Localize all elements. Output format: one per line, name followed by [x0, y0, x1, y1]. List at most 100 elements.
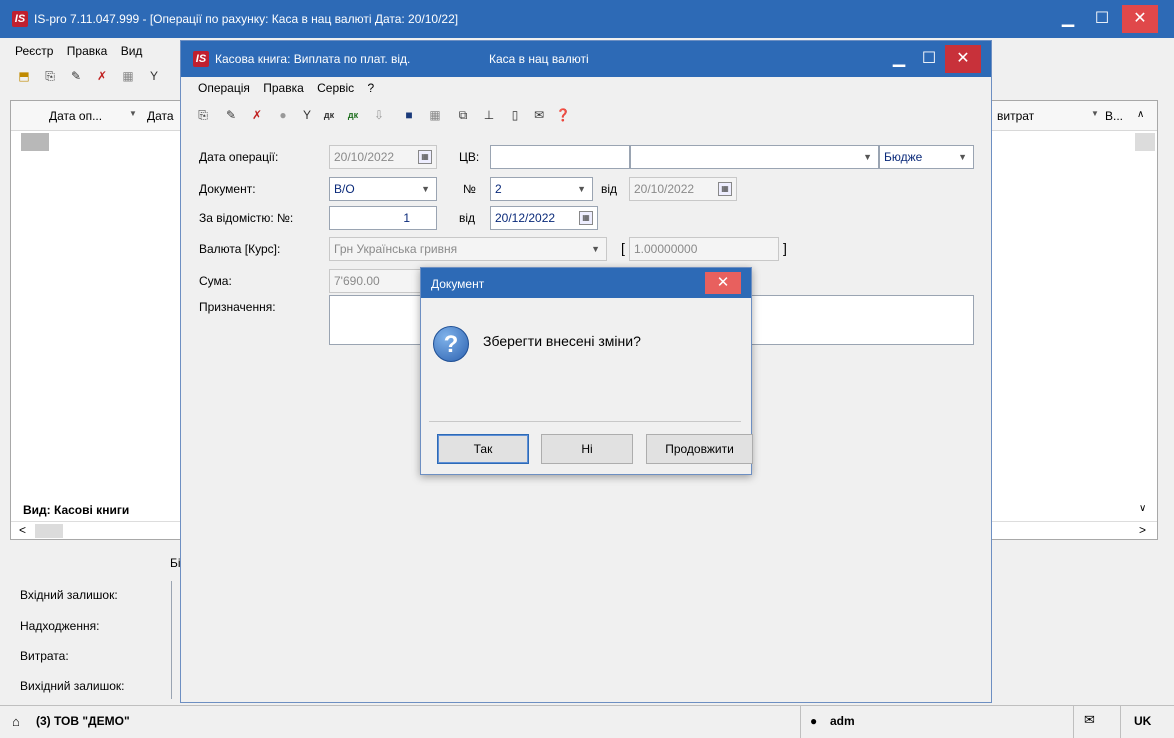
date-field[interactable]: 20/10/2022 ▦ — [329, 145, 437, 169]
mail-icon-2[interactable]: ✉ — [529, 105, 549, 125]
calendar-icon-2[interactable]: ▦ — [718, 182, 732, 196]
horizontal-scrollbar-thumb[interactable] — [35, 524, 63, 538]
yes-button[interactable]: Так — [437, 434, 529, 464]
cv-label: ЦВ: — [459, 150, 480, 164]
document-label: Документ: — [199, 182, 256, 196]
save-icon[interactable]: ■ — [399, 105, 419, 125]
child-window-title: Касова книга: Виплата по плат. від. — [215, 52, 411, 66]
main-maximize-button[interactable]: ☐ — [1084, 5, 1120, 33]
cv-dropdown[interactable]: ▼ — [630, 145, 879, 169]
main-menubar: Реєстр Правка Вид — [10, 40, 180, 62]
filter-icon-2[interactable]: Y — [297, 105, 317, 125]
statement-label: За відомістю: №: — [199, 211, 294, 225]
org-name: (3) ТОВ "ДЕМО" — [36, 714, 130, 728]
col-date[interactable]: Дата — [147, 109, 174, 123]
vertical-scrollbar-thumb[interactable] — [1135, 133, 1155, 151]
child-maximize-button[interactable]: ☐ — [911, 45, 947, 73]
mail-icon[interactable]: ✉ — [1084, 712, 1095, 728]
debit-credit-icon[interactable]: дк — [319, 105, 339, 125]
scroll-down-icon[interactable]: ∨ — [1139, 503, 1146, 514]
page-icon[interactable]: ▯ — [505, 105, 525, 125]
no-button[interactable]: Ні — [541, 434, 633, 464]
scroll-left-icon[interactable]: < — [19, 523, 26, 537]
org-icon: ⌂ — [12, 714, 20, 729]
edit-icon[interactable]: ✎ — [221, 105, 241, 125]
dialog-title-bar: Документ ✕ — [421, 268, 751, 298]
menu-registry[interactable]: Реєстр — [10, 40, 58, 62]
child-menubar: Операція Правка Сервіс ? — [193, 77, 593, 99]
delete-doc-icon[interactable]: ✗ — [92, 66, 112, 86]
from-date-field[interactable]: 20/10/2022 ▦ — [629, 177, 737, 201]
dialog-close-button[interactable]: ✕ — [705, 272, 741, 294]
user-icon: ● — [810, 714, 818, 728]
main-close-button[interactable]: ✕ — [1122, 5, 1158, 33]
col-expenses[interactable]: витрат — [997, 109, 1034, 123]
number-dropdown[interactable]: 2 ▼ — [490, 177, 593, 201]
status-bar: ⌂ (3) ТОВ "ДЕМО" ● adm ✉ UK — [0, 705, 1174, 738]
sort-icon[interactable]: ⇩ — [369, 105, 389, 125]
scroll-right-icon[interactable]: > — [1139, 523, 1146, 537]
main-minimize-button[interactable]: ▁ — [1050, 5, 1086, 33]
col-b[interactable]: В... — [1105, 109, 1123, 123]
child-window-title-right: Каса в нац валюті — [489, 52, 589, 66]
filter-icon[interactable]: Y — [144, 66, 164, 86]
opening-balance-label: Вхідний залишок: — [20, 588, 118, 602]
tree-icon[interactable]: ⊥ — [479, 105, 499, 125]
rate-bracket-open: [ — [621, 240, 625, 256]
status-divider-2 — [1073, 706, 1074, 738]
calendar-icon[interactable]: ▦ — [418, 150, 432, 164]
question-icon: ? — [433, 326, 469, 362]
closing-balance-label: Вихідний залишок: — [20, 679, 125, 693]
open-icon[interactable]: ⬒ — [14, 66, 34, 86]
status-divider — [800, 706, 801, 738]
rate-field[interactable]: 1.00000000 — [629, 237, 779, 261]
date-label: Дата операції: — [199, 150, 279, 164]
expense-label: Витрата: — [20, 649, 69, 663]
statement-date-field[interactable]: 20/12/2022 ▦ — [490, 206, 598, 230]
statement-number-field[interactable]: 1 — [329, 206, 437, 230]
copy-icon[interactable]: ▦ — [118, 66, 138, 86]
child-close-button[interactable]: ✕ — [945, 45, 981, 73]
calendar-icon-3[interactable]: ▦ — [579, 211, 593, 225]
menu-service[interactable]: Сервіс — [312, 77, 359, 99]
menu-operation[interactable]: Операція — [193, 77, 255, 99]
menu-help[interactable]: ? — [363, 77, 380, 99]
col-op-date[interactable]: Дата оп... — [49, 109, 102, 123]
scroll-up-icon[interactable]: ∧ — [1137, 109, 1144, 120]
budget-dropdown[interactable]: Бюдже ▼ — [879, 145, 974, 169]
save-changes-dialog: Документ ✕ ? Зберегти внесені зміни? Так… — [420, 267, 753, 475]
continue-button[interactable]: Продовжити — [646, 434, 753, 464]
copy-doc-icon[interactable]: ▦ — [425, 105, 445, 125]
currency-label: Валюта [Курс]: — [199, 242, 281, 256]
delete-icon[interactable]: ✗ — [247, 105, 267, 125]
main-toolbar: ⬒ ⎘ ✎ ✗ ▦ Y — [14, 66, 179, 88]
document-dropdown[interactable]: В/О ▼ — [329, 177, 437, 201]
number-label: № — [463, 182, 476, 196]
help-icon[interactable]: ❓ — [553, 105, 573, 125]
income-label: Надходження: — [20, 619, 100, 633]
main-window-title: IS-pro 7.11.047.999 - [Операції по рахун… — [34, 12, 459, 26]
debit-credit-green-icon[interactable]: дк — [343, 105, 363, 125]
dialog-title: Документ — [431, 277, 485, 291]
user-name: adm — [830, 714, 855, 728]
cv-field[interactable] — [490, 145, 630, 169]
link-icon[interactable]: ⧉ — [453, 105, 473, 125]
new-doc-icon[interactable]: ⎘ — [40, 66, 60, 86]
col-sort-icon-2[interactable]: ▼ — [1091, 109, 1099, 118]
group-icon[interactable]: ● — [273, 105, 293, 125]
selected-row-marker[interactable] — [21, 133, 49, 151]
status-divider-3 — [1120, 706, 1121, 738]
app-logo: IS — [12, 11, 28, 27]
menu-child-edit[interactable]: Правка — [258, 77, 309, 99]
lang-indicator[interactable]: UK — [1134, 714, 1151, 728]
menu-view[interactable]: Вид — [116, 40, 148, 62]
dialog-message: Зберегти внесені зміни? — [483, 333, 641, 349]
col-sort-icon[interactable]: ▼ — [129, 109, 137, 118]
summary-col-header: Бі — [170, 556, 181, 570]
menu-edit[interactable]: Правка — [62, 40, 113, 62]
currency-dropdown[interactable]: Грн Українська гривня ▼ — [329, 237, 607, 261]
child-title-bar: IS Касова книга: Виплата по плат. від. К… — [181, 41, 991, 77]
new-icon[interactable]: ⎘ — [193, 105, 213, 125]
edit-doc-icon[interactable]: ✎ — [66, 66, 86, 86]
footer-view-label: Вид: Касові книги — [23, 503, 130, 517]
